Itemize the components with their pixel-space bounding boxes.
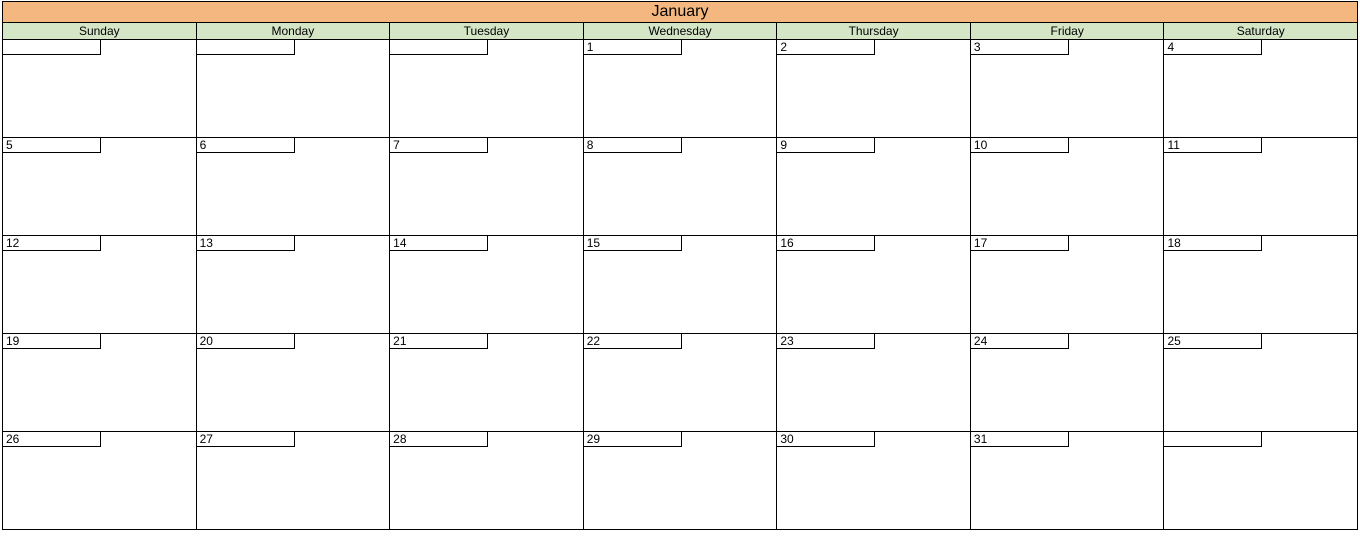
date-number: 30 [777,432,875,447]
day-cell[interactable]: 1 [584,40,778,138]
day-cell[interactable]: 30 [777,432,971,530]
day-cell[interactable]: 25 [1164,334,1358,432]
date-number [3,40,101,55]
date-number [197,40,295,55]
weekday-header-wednesday: Wednesday [584,23,778,40]
day-cell[interactable]: 28 [390,432,584,530]
day-cell[interactable]: 29 [584,432,778,530]
day-cell[interactable]: 7 [390,138,584,236]
calendar-week: 5 6 7 8 9 10 11 [2,138,1358,236]
date-number: 11 [1164,138,1262,153]
date-number: 26 [3,432,101,447]
date-number: 5 [3,138,101,153]
calendar-week: 12 13 14 15 16 17 18 [2,236,1358,334]
day-cell[interactable]: 17 [971,236,1165,334]
date-number [390,40,488,55]
date-number: 4 [1164,40,1262,55]
day-cell[interactable]: 23 [777,334,971,432]
weekday-header-tuesday: Tuesday [390,23,584,40]
calendar-week: 1 2 3 4 [2,40,1358,138]
day-cell[interactable]: 12 [2,236,197,334]
day-cell[interactable]: 5 [2,138,197,236]
date-number: 16 [777,236,875,251]
day-cell[interactable]: 19 [2,334,197,432]
day-cell[interactable] [2,40,197,138]
day-cell[interactable]: 3 [971,40,1165,138]
date-number: 9 [777,138,875,153]
date-number: 27 [197,432,295,447]
weekday-header-saturday: Saturday [1164,23,1358,40]
day-cell[interactable]: 26 [2,432,197,530]
date-number: 2 [777,40,875,55]
day-cell[interactable]: 15 [584,236,778,334]
date-number: 19 [3,334,101,349]
date-number: 25 [1164,334,1262,349]
weekday-header-thursday: Thursday [777,23,971,40]
day-cell[interactable]: 11 [1164,138,1358,236]
date-number: 21 [390,334,488,349]
date-number: 10 [971,138,1069,153]
day-cell[interactable]: 22 [584,334,778,432]
weekday-header-friday: Friday [971,23,1165,40]
date-number: 6 [197,138,295,153]
day-cell[interactable]: 10 [971,138,1165,236]
date-number: 20 [197,334,295,349]
day-cell[interactable] [197,40,391,138]
date-number: 7 [390,138,488,153]
day-cell[interactable]: 13 [197,236,391,334]
month-title: January [2,1,1358,23]
day-cell[interactable]: 14 [390,236,584,334]
day-cell[interactable]: 9 [777,138,971,236]
day-cell[interactable]: 31 [971,432,1165,530]
day-cell[interactable] [1164,432,1358,530]
day-cell[interactable]: 6 [197,138,391,236]
date-number: 1 [584,40,682,55]
date-number: 8 [584,138,682,153]
date-number: 15 [584,236,682,251]
date-number: 13 [197,236,295,251]
date-number: 24 [971,334,1069,349]
calendar-week: 19 20 21 22 23 24 25 [2,334,1358,432]
weekday-header-row: Sunday Monday Tuesday Wednesday Thursday… [2,23,1358,40]
day-cell[interactable]: 18 [1164,236,1358,334]
date-number: 23 [777,334,875,349]
day-cell[interactable]: 21 [390,334,584,432]
weekday-header-sunday: Sunday [2,23,197,40]
date-number [1164,432,1262,447]
day-cell[interactable]: 27 [197,432,391,530]
date-number: 3 [971,40,1069,55]
day-cell[interactable]: 4 [1164,40,1358,138]
day-cell[interactable]: 24 [971,334,1165,432]
date-number: 14 [390,236,488,251]
calendar: January Sunday Monday Tuesday Wednesday … [2,1,1358,530]
day-cell[interactable]: 8 [584,138,778,236]
day-cell[interactable]: 16 [777,236,971,334]
date-number: 18 [1164,236,1262,251]
date-number: 29 [584,432,682,447]
date-number: 31 [971,432,1069,447]
date-number: 28 [390,432,488,447]
day-cell[interactable]: 20 [197,334,391,432]
weekday-header-monday: Monday [197,23,391,40]
day-cell[interactable] [390,40,584,138]
date-number: 12 [3,236,101,251]
date-number: 17 [971,236,1069,251]
date-number: 22 [584,334,682,349]
calendar-weeks: 1 2 3 4 5 6 7 8 9 10 11 12 13 14 15 16 1… [2,40,1358,530]
calendar-week: 26 27 28 29 30 31 [2,432,1358,530]
day-cell[interactable]: 2 [777,40,971,138]
